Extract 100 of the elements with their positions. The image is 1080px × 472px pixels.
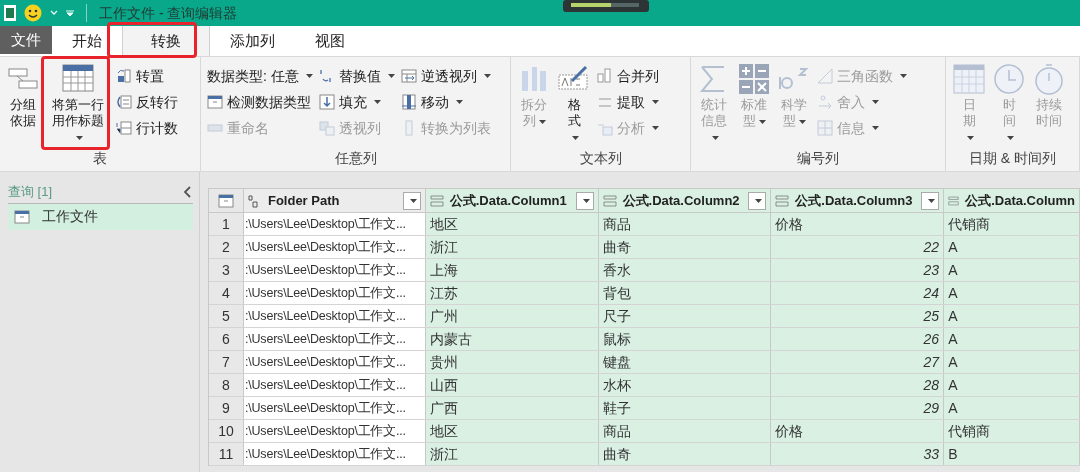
chevron-down-icon[interactable]: [50, 10, 58, 16]
table-cell: A: [944, 397, 1080, 419]
filter-dropdown[interactable]: [748, 191, 767, 210]
caret-icon: [652, 126, 659, 130]
table-cell: 内蒙古: [425, 328, 599, 350]
reverse-rows-icon: [116, 94, 132, 110]
caret-icon: [582, 198, 590, 203]
table-cell: 上海: [425, 259, 599, 281]
ribbon-button[interactable]: 移动: [400, 89, 491, 115]
ribbon-tab[interactable]: 视图: [295, 26, 365, 56]
row-number: 11: [209, 443, 244, 465]
group-label: 任意列: [333, 149, 378, 168]
ribbon-tab[interactable]: 添加列: [210, 26, 295, 56]
row-number: 5: [209, 305, 244, 327]
table-cell: B: [944, 443, 1080, 465]
query-item[interactable]: 工作文件: [8, 203, 193, 230]
table-cell: 27: [771, 351, 945, 373]
column-header[interactable]: 公式.Data.Column3: [771, 189, 945, 212]
column-header[interactable]: 公式.Data.Column2: [598, 189, 772, 212]
ribbon-button[interactable]: 格式: [557, 63, 591, 145]
caret-icon: [572, 135, 579, 140]
table-cell: 山西: [425, 374, 599, 396]
table-cell: A: [944, 351, 1080, 373]
column-header[interactable]: Folder Path: [243, 189, 426, 212]
table-cell: A: [944, 328, 1080, 350]
caret-icon: [455, 100, 463, 104]
row-number: 10: [209, 420, 244, 442]
filter-dropdown[interactable]: [921, 191, 940, 210]
table-cell: 鼠标: [598, 328, 772, 350]
table-icon: [207, 94, 223, 110]
caret-icon[interactable]: [66, 10, 74, 16]
ribbon-tab[interactable]: 文件: [0, 26, 52, 54]
table-cell: 贵州: [425, 351, 599, 373]
group-label: 日期 & 时间列: [967, 149, 1058, 168]
table-cell: 广西: [425, 397, 599, 419]
ribbon-tab[interactable]: 转换: [122, 26, 210, 56]
table-cell: A: [944, 259, 1080, 281]
collapse-icon[interactable]: [183, 185, 193, 198]
row-number: 6: [209, 328, 244, 350]
ribbon-button[interactable]: 反转行: [116, 89, 178, 115]
queries-title: 查询 [1]: [8, 183, 53, 201]
table-cell: 键盘: [598, 351, 772, 373]
caret-icon: [872, 100, 879, 104]
smiley-icon[interactable]: [24, 4, 42, 22]
ribbon-button[interactable]: 分组依据: [6, 63, 40, 129]
ribbon-button[interactable]: 将第一行用作标题: [51, 63, 105, 145]
ribbon-tab[interactable]: 开始: [52, 26, 122, 56]
caret-icon: [76, 135, 83, 140]
caret-icon: [900, 74, 907, 78]
table-cell: A: [944, 305, 1080, 327]
caret-icon: [928, 198, 936, 203]
table-cell: 22: [771, 236, 945, 258]
caret-icon: [483, 74, 491, 78]
calculator-icon: [738, 63, 770, 95]
table-cell: 价格: [771, 420, 945, 442]
table-cell: 价格: [771, 213, 945, 235]
row-number: 9: [209, 397, 244, 419]
window-title: 工作文件 - 查询编辑器: [99, 3, 238, 23]
table-cell: 26: [771, 328, 945, 350]
group-label: 文本列: [578, 149, 623, 168]
transpose-icon: [116, 68, 132, 84]
table-icon: [14, 208, 30, 225]
ribbon-button[interactable]: 合并列: [597, 63, 659, 89]
group-label: 表: [92, 149, 108, 168]
caret-icon: [872, 126, 879, 130]
filter-dropdown[interactable]: [402, 191, 421, 210]
ribbon-button[interactable]: 替换值: [318, 63, 395, 89]
row-count-icon: [116, 120, 132, 136]
unpivot-icon: [400, 68, 417, 84]
spreadsheet-app-icon[interactable]: [4, 5, 16, 21]
ribbon-button[interactable]: 提取: [597, 89, 659, 115]
table-cell: 曲奇: [598, 443, 772, 465]
table-header-icon: [62, 63, 94, 95]
move-column-icon: [400, 94, 417, 110]
ribbon-button[interactable]: 逆透视列: [400, 63, 491, 89]
ribbon-button[interactable]: 行计数: [116, 115, 178, 141]
table-cell: A: [944, 236, 1080, 258]
table-cell: :\Users\Lee\Desktop\工作文...: [243, 443, 426, 465]
caret-icon: [652, 100, 659, 104]
table-cell: 代销商: [944, 420, 1080, 442]
table-cell: 地区: [425, 420, 599, 442]
table-cell: 29: [771, 397, 945, 419]
ribbon-button[interactable]: 数据类型: 任意: [207, 63, 313, 89]
merge-columns-icon: [597, 68, 613, 84]
row-number: 4: [209, 282, 244, 304]
pivot-icon: [318, 120, 335, 136]
table-cell: 33: [771, 443, 945, 465]
row-number: 2: [209, 236, 244, 258]
column-header[interactable]: 公式.Data.Column1: [425, 189, 599, 212]
table-cell: 23: [771, 259, 945, 281]
ribbon-button[interactable]: 检测数据类型: [207, 89, 313, 115]
ribbon-button[interactable]: 转置: [116, 63, 178, 89]
column-header[interactable]: 公式.Data.Column: [944, 189, 1080, 212]
clock-icon: [993, 63, 1025, 95]
table-cell: :\Users\Lee\Desktop\工作文...: [243, 282, 426, 304]
fill-down-icon: [318, 94, 335, 110]
table-cell: 浙江: [425, 236, 599, 258]
table-cell: A: [944, 374, 1080, 396]
ribbon-button[interactable]: 填充: [318, 89, 395, 115]
filter-dropdown[interactable]: [575, 191, 594, 210]
